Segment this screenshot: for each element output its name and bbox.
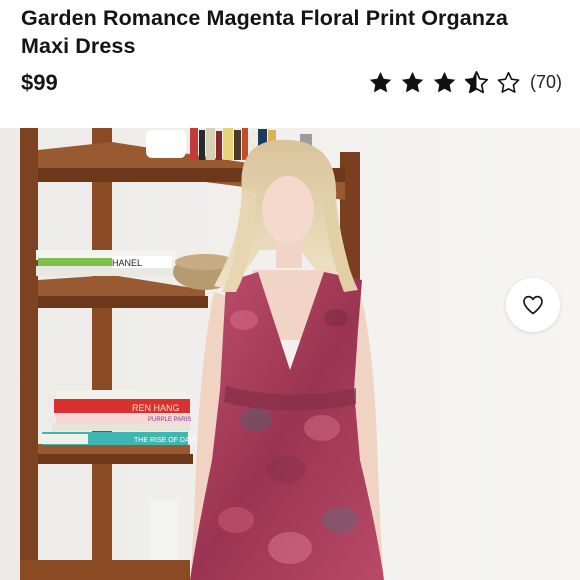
star-outline-icon	[497, 71, 520, 93]
star-icon	[369, 71, 392, 93]
product-price: $99	[21, 70, 58, 95]
book-spine-text: PURPLE PARIS	[148, 417, 191, 423]
review-count[interactable]: (70)	[530, 72, 562, 93]
book-spine-text: HANEL	[112, 258, 142, 268]
heart-outline-icon	[523, 295, 543, 315]
star-icon	[433, 71, 456, 93]
product-header: Garden Romance Magenta Floral Print Orga…	[0, 0, 580, 128]
product-image: HANEL REN HANG PURPLE PARIS THE RISE OF …	[0, 128, 580, 580]
product-title: Garden Romance Magenta Floral Print Orga…	[21, 6, 508, 58]
product-rating[interactable]: (70)	[368, 70, 562, 95]
book-spine-text: THE RISE OF DAVID	[134, 437, 201, 444]
book-spine-text: REN HANG	[132, 403, 180, 413]
star-icon	[401, 71, 424, 93]
star-half-icon	[464, 71, 489, 94]
product-photo[interactable]: HANEL REN HANG PURPLE PARIS THE RISE OF …	[0, 128, 580, 580]
books-lower-shelf: REN HANG PURPLE PARIS THE RISE OF DAVID	[38, 390, 201, 445]
favorite-button[interactable]	[506, 278, 560, 332]
